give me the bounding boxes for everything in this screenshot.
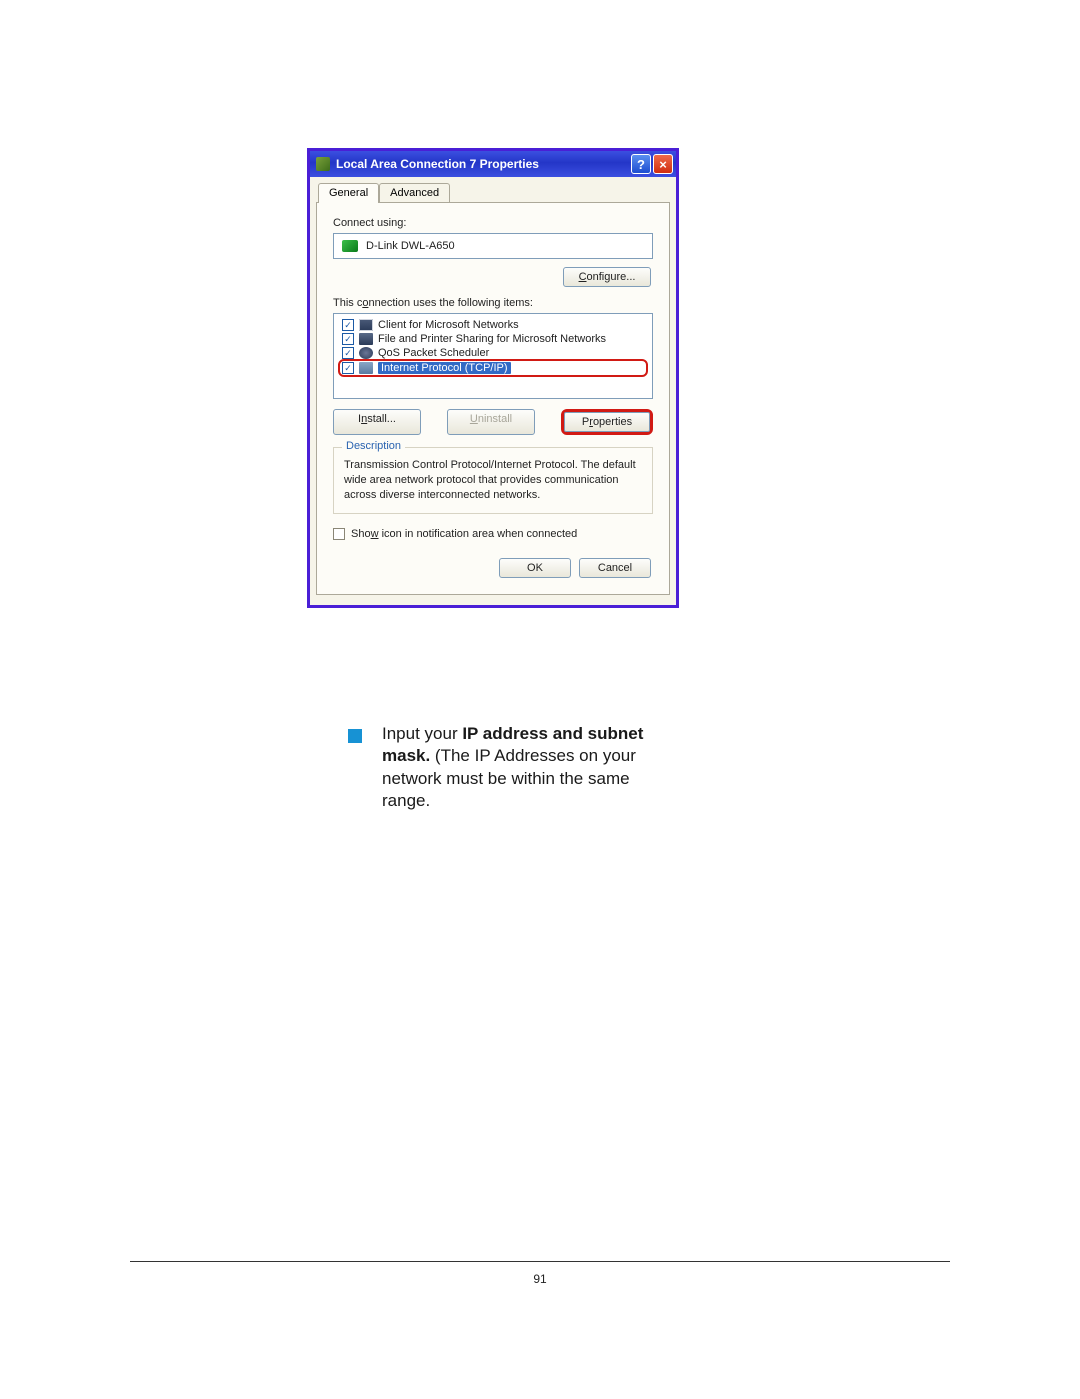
list-item-label: File and Printer Sharing for Microsoft N…	[378, 333, 606, 345]
printer-icon	[359, 333, 373, 345]
titlebar[interactable]: Local Area Connection 7 Properties ? ×	[310, 151, 676, 177]
scheduler-icon	[359, 347, 373, 359]
properties-dialog: Local Area Connection 7 Properties ? × G…	[307, 148, 679, 608]
uninstall-button: Uninstall	[447, 409, 535, 435]
list-item[interactable]: ✓ Client for Microsoft Networks	[340, 318, 646, 332]
list-item[interactable]: ✓ File and Printer Sharing for Microsoft…	[340, 332, 646, 346]
protocol-icon	[359, 362, 373, 374]
checkbox-icon[interactable]: ✓	[342, 362, 354, 374]
list-item-label: QoS Packet Scheduler	[378, 347, 489, 359]
nic-icon	[342, 240, 358, 252]
checkbox-icon[interactable]: ✓	[342, 347, 354, 359]
items-label: This connection uses the following items…	[333, 297, 653, 309]
adapter-name: D-Link DWL-A650	[366, 240, 455, 252]
list-item-selected[interactable]: ✓ Internet Protocol (TCP/IP)	[338, 359, 648, 377]
description-group: Description Transmission Control Protoco…	[333, 447, 653, 514]
list-item-label: Internet Protocol (TCP/IP)	[378, 362, 511, 374]
description-text: Transmission Control Protocol/Internet P…	[344, 458, 642, 503]
properties-highlight: Properties	[561, 409, 653, 435]
instruction-text: Input your IP address and subnet mask. (…	[382, 723, 648, 813]
dialog-body: General Advanced Connect using: D-Link D…	[310, 177, 676, 605]
window-icon	[316, 157, 330, 171]
checkbox-icon[interactable]: ✓	[342, 319, 354, 331]
window-title: Local Area Connection 7 Properties	[336, 157, 539, 171]
tab-advanced[interactable]: Advanced	[379, 183, 450, 203]
tab-panel-general: Connect using: D-Link DWL-A650 Configure…	[316, 202, 670, 595]
connect-using-label: Connect using:	[333, 217, 653, 229]
checkbox-icon[interactable]: ✓	[342, 333, 354, 345]
document-page: Local Area Connection 7 Properties ? × G…	[0, 0, 1080, 1399]
client-icon	[359, 319, 373, 331]
configure-button[interactable]: Configure...	[563, 267, 651, 287]
item-buttons-row: Install... Uninstall Properties	[333, 409, 653, 435]
page-rule	[130, 1261, 950, 1262]
tabstrip: General Advanced	[316, 183, 670, 203]
page-number: 91	[0, 1272, 1080, 1286]
ok-button[interactable]: OK	[499, 558, 571, 578]
adapter-field[interactable]: D-Link DWL-A650	[333, 233, 653, 259]
dialog-footer: OK Cancel	[333, 558, 653, 580]
list-item[interactable]: ✓ QoS Packet Scheduler	[340, 346, 646, 360]
checkbox-icon[interactable]	[333, 528, 345, 540]
show-icon-label: Show icon in notification area when conn…	[351, 528, 577, 540]
description-legend: Description	[342, 440, 405, 452]
items-list[interactable]: ✓ Client for Microsoft Networks ✓ File a…	[333, 313, 653, 399]
list-item-label: Client for Microsoft Networks	[378, 319, 519, 331]
cancel-button[interactable]: Cancel	[579, 558, 651, 578]
install-button[interactable]: Install...	[333, 409, 421, 435]
bullet-icon	[348, 729, 362, 743]
instruction-block: Input your IP address and subnet mask. (…	[348, 723, 648, 813]
properties-button[interactable]: Properties	[564, 412, 650, 432]
help-button[interactable]: ?	[631, 154, 651, 174]
tab-general[interactable]: General	[318, 183, 379, 203]
close-button[interactable]: ×	[653, 154, 673, 174]
show-icon-row[interactable]: Show icon in notification area when conn…	[333, 528, 653, 540]
